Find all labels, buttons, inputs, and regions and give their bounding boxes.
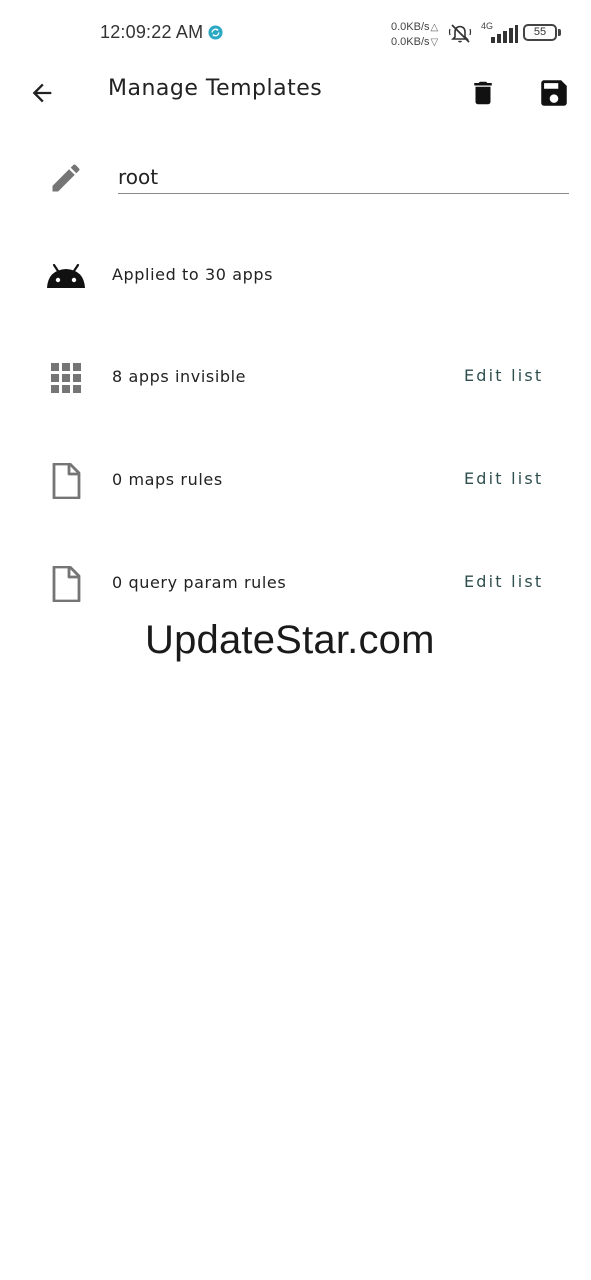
battery-tip: [558, 29, 561, 36]
watermark: UpdateStar.com: [145, 618, 435, 662]
app-bar: Manage Templates: [0, 60, 591, 124]
delete-icon: [474, 81, 492, 105]
edit-query-param-rules-button[interactable]: Edit list: [464, 572, 543, 591]
android-icon-wrap: [44, 258, 88, 294]
apps-grid-icon-wrap: [44, 360, 88, 396]
clock: 12:09:22 AM: [100, 22, 204, 42]
delete-button[interactable]: [462, 72, 504, 114]
list-item-invisible-apps: 8 apps invisible Edit list: [0, 348, 591, 408]
sync-icon: [208, 25, 223, 40]
signal-indicator: 4G: [479, 21, 519, 45]
status-bar: 12:09:22 AM 0.0KB/s△ 0.0KB/s▽ 4G 55: [0, 0, 591, 60]
edit-invisible-apps-button[interactable]: Edit list: [464, 366, 543, 385]
back-arrow-icon: [32, 83, 52, 103]
template-name-row: [0, 150, 591, 210]
battery-level: 55: [533, 26, 547, 38]
download-arrow-icon: ▽: [430, 37, 439, 48]
list-item-applied-apps[interactable]: Applied to 30 apps: [0, 246, 591, 306]
file-icon-wrap: [44, 463, 88, 499]
upload-speed: 0.0KB/s: [391, 21, 430, 33]
applied-apps-text: Applied to 30 apps: [112, 265, 274, 284]
signal-icon: [491, 25, 518, 43]
pencil-icon: [52, 164, 80, 192]
save-icon: [541, 80, 567, 106]
file-icon: [52, 566, 81, 602]
file-icon: [52, 463, 81, 499]
apps-grid-icon: [51, 363, 81, 393]
page-title: Manage Templates: [108, 76, 323, 101]
file-icon-wrap: [44, 566, 88, 602]
save-button[interactable]: [533, 72, 575, 114]
invisible-apps-text: 8 apps invisible: [112, 367, 247, 386]
template-name-input[interactable]: [118, 160, 569, 194]
list-item-query-param-rules: 0 query param rules Edit list: [0, 554, 591, 614]
edit-maps-rules-button[interactable]: Edit list: [464, 469, 543, 488]
list-item-maps-rules: 0 maps rules Edit list: [0, 451, 591, 511]
back-button[interactable]: [22, 73, 62, 113]
download-speed: 0.0KB/s: [391, 36, 430, 48]
query-param-rules-text: 0 query param rules: [112, 573, 287, 592]
mute-icon: [448, 24, 472, 43]
android-icon: [47, 263, 85, 288]
network-speed: 0.0KB/s△ 0.0KB/s▽: [391, 20, 438, 50]
maps-rules-text: 0 maps rules: [112, 470, 223, 489]
battery-icon: 55: [523, 24, 557, 41]
upload-arrow-icon: △: [430, 22, 439, 33]
